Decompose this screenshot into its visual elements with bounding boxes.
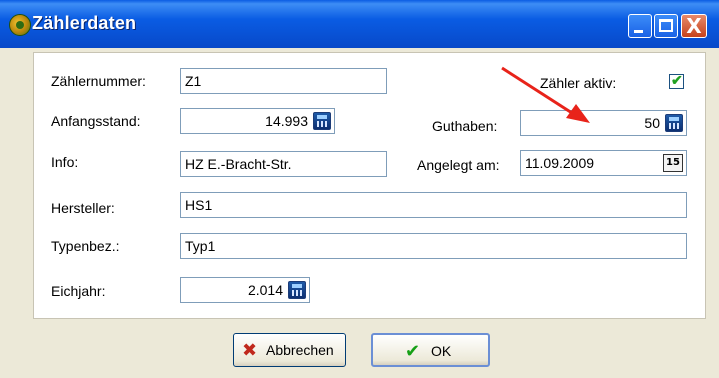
arrow-head <box>566 104 590 123</box>
dialog-window: Zählerdaten X Zählernummer: Z1 Zähler ak… <box>0 0 719 378</box>
annotation-arrow-icon <box>501 66 590 123</box>
arrow-shaft <box>501 66 573 115</box>
